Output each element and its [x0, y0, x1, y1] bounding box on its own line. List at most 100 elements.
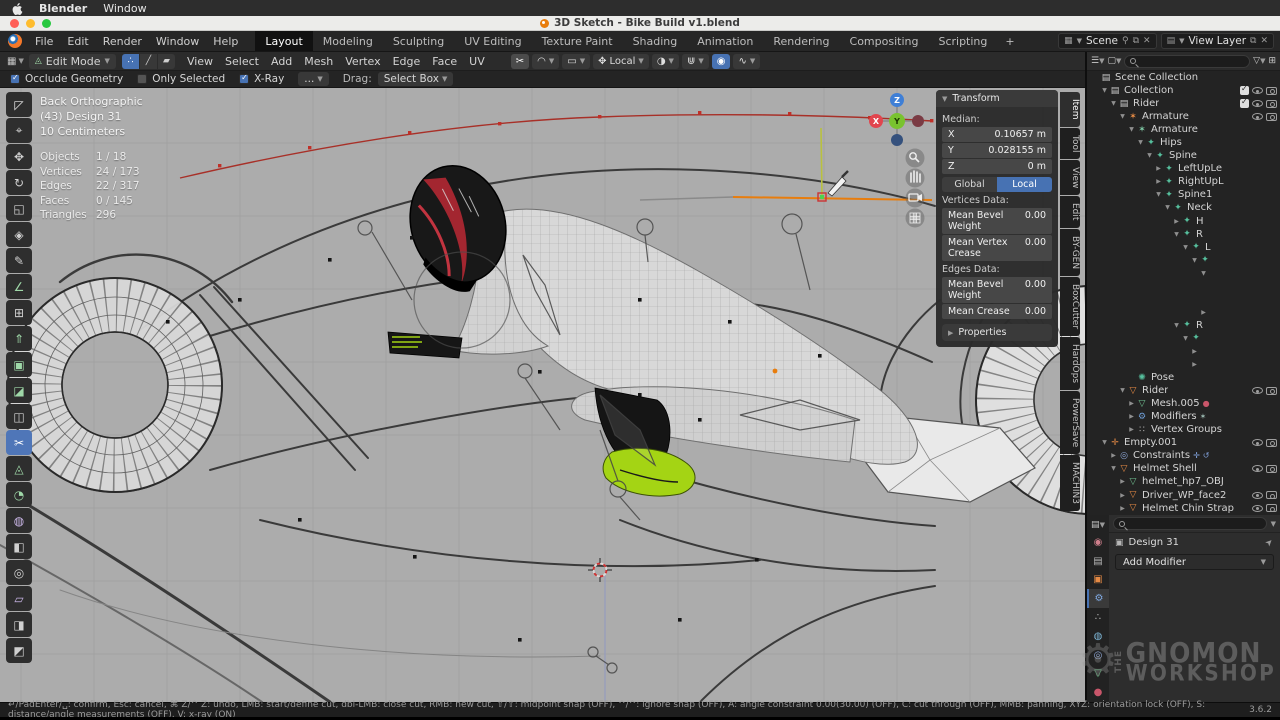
- camera-toggle[interactable]: [1266, 465, 1277, 473]
- camera-toggle[interactable]: [1266, 387, 1277, 395]
- viewport-menu-uv[interactable]: UV: [463, 53, 491, 70]
- workspace-tab-scripting[interactable]: Scripting: [928, 31, 997, 51]
- outliner-row[interactable]: ✺Pose: [1087, 371, 1280, 384]
- new-scene-icon[interactable]: ⧉: [1133, 36, 1139, 46]
- workspace-tab-sculpting[interactable]: Sculpting: [383, 31, 454, 51]
- blender-logo-icon[interactable]: [8, 34, 22, 48]
- camera-toggle[interactable]: [1266, 100, 1277, 108]
- outliner-search-input[interactable]: [1139, 56, 1244, 66]
- viewport-menu-add[interactable]: Add: [265, 53, 298, 70]
- outliner-row[interactable]: ▼✛Empty.001: [1087, 436, 1280, 449]
- edge-select-button[interactable]: ╱: [140, 54, 157, 69]
- render-properties-tab[interactable]: ◉: [1087, 533, 1109, 552]
- loop-cut-tool-button[interactable]: ◫: [6, 404, 32, 429]
- scale-tool-button[interactable]: ◱: [6, 196, 32, 221]
- outliner-row[interactable]: ▶∷Vertex Groups: [1087, 423, 1280, 436]
- expand-right-icon[interactable]: ▶: [1199, 309, 1208, 316]
- expand-right-icon[interactable]: ▶: [1118, 492, 1127, 499]
- outliner-row[interactable]: ▶▽helmet_hp7_OBJ: [1087, 475, 1280, 488]
- outliner-search[interactable]: [1124, 55, 1250, 68]
- properties-search-input[interactable]: [1128, 519, 1261, 529]
- camera-toggle[interactable]: [1266, 439, 1277, 447]
- drag-mode-dropdown[interactable]: Select Box▼: [378, 72, 454, 86]
- expand-down-icon[interactable]: ▼: [1109, 465, 1118, 472]
- rip-region-tool-button[interactable]: ◨: [6, 612, 32, 637]
- smooth-tool-button[interactable]: ◍: [6, 508, 32, 533]
- outliner-row[interactable]: ▼✦: [1087, 254, 1280, 267]
- outliner-filter-button[interactable]: ▽▼: [1253, 56, 1265, 66]
- expand-down-icon[interactable]: ▼: [1172, 231, 1181, 238]
- workspace-tab-uv-editing[interactable]: UV Editing: [454, 31, 531, 51]
- mean-bevel-weight-field[interactable]: Mean Bevel Weight0.00: [942, 277, 1052, 303]
- outliner-row[interactable]: ▶▽Driver_WP_face2: [1087, 489, 1280, 502]
- mean-vertex-crease-field[interactable]: Mean Vertex Crease0.00: [942, 235, 1052, 261]
- outliner-row[interactable]: ▶: [1087, 306, 1280, 319]
- mac-app-menu[interactable]: Blender: [39, 2, 87, 15]
- outliner-row[interactable]: ▶▽Helmet Chin Strap: [1087, 502, 1280, 515]
- camera-view-button[interactable]: [906, 189, 925, 208]
- npanel-tab-hardops[interactable]: HardOps: [1060, 337, 1080, 390]
- outliner-row[interactable]: ▼▤Collection: [1087, 84, 1280, 97]
- select-box-tool-button[interactable]: ◸: [6, 92, 32, 117]
- outliner-row[interactable]: ▼✦: [1087, 332, 1280, 345]
- outliner-row[interactable]: ▶◎Constraints✛↺: [1087, 449, 1280, 462]
- mode-dropdown[interactable]: ◬ Edit Mode ▼: [29, 54, 116, 69]
- local-button[interactable]: Local: [997, 177, 1052, 192]
- outliner-display-mode-button[interactable]: ☰▼: [1091, 56, 1104, 66]
- workspace-tab-shading[interactable]: Shading: [623, 31, 688, 51]
- expand-right-icon[interactable]: ▶: [1118, 505, 1127, 512]
- camera-toggle[interactable]: [1266, 491, 1277, 499]
- viewport-menu-select[interactable]: Select: [219, 53, 265, 70]
- topbar-menu-render[interactable]: Render: [96, 33, 149, 50]
- unpin-icon[interactable]: ⚲: [1122, 36, 1129, 46]
- apple-menu[interactable]: [12, 2, 23, 15]
- eye-toggle[interactable]: [1252, 87, 1263, 94]
- breadcrumb-object-name[interactable]: Design 31: [1129, 537, 1179, 548]
- viewport-menu-mesh[interactable]: Mesh: [298, 53, 339, 70]
- outliner-row[interactable]: ▶: [1087, 358, 1280, 371]
- workspace-tab-rendering[interactable]: Rendering: [763, 31, 839, 51]
- bevel-tool-button[interactable]: ◪: [6, 378, 32, 403]
- camera-toggle[interactable]: [1266, 504, 1277, 512]
- expand-right-icon[interactable]: ▶: [1127, 400, 1136, 407]
- topbar-menu-edit[interactable]: Edit: [60, 33, 95, 50]
- expand-right-icon[interactable]: ▶: [1109, 452, 1118, 459]
- cursor-tool-button[interactable]: ⌖: [6, 118, 32, 143]
- expand-down-icon[interactable]: ▼: [1172, 322, 1181, 329]
- npanel-tab-machin3[interactable]: MACHIN3: [1060, 455, 1080, 511]
- npanel-tab-powersave[interactable]: PowerSave: [1060, 391, 1080, 454]
- view-layer-selector[interactable]: ▤▼ View Layer ⧉ ✕: [1161, 33, 1274, 49]
- only-selected-checkbox[interactable]: Only Selected: [137, 73, 225, 85]
- expand-down-icon[interactable]: ▼: [1118, 387, 1127, 394]
- pivot-dropdown[interactable]: ◑▼: [652, 54, 679, 69]
- outliner-row[interactable]: ▼▤Rider: [1087, 97, 1280, 110]
- particles-properties-tab[interactable]: ∴: [1087, 608, 1109, 627]
- expand-down-icon[interactable]: ▼: [1109, 100, 1118, 107]
- expand-right-icon[interactable]: ▶: [1154, 178, 1163, 185]
- topbar-menu-help[interactable]: Help: [206, 33, 245, 50]
- outliner-row[interactable]: [1087, 293, 1280, 306]
- measure-tool-button[interactable]: ∠: [6, 274, 32, 299]
- transform-panel-header[interactable]: ▼ Transform: [936, 90, 1058, 107]
- expand-right-icon[interactable]: ▶: [1127, 413, 1136, 420]
- expand-down-icon[interactable]: ▼: [1181, 335, 1190, 342]
- workspace-tab-texture-paint[interactable]: Texture Paint: [532, 31, 623, 51]
- scene-selector[interactable]: ▦▼ Scene ⚲ ⧉ ✕: [1058, 33, 1157, 49]
- median-z-field[interactable]: Z0 m: [942, 159, 1052, 174]
- workspace-tab-modeling[interactable]: Modeling: [313, 31, 383, 51]
- xray-checkbox[interactable]: X-Ray: [239, 73, 284, 85]
- workspace-tab-compositing[interactable]: Compositing: [840, 31, 929, 51]
- close-window-button[interactable]: [10, 19, 19, 28]
- overlay-toggle[interactable]: ▭▼: [562, 54, 590, 69]
- zoom-button[interactable]: [906, 149, 925, 168]
- mac-window-menu[interactable]: Window: [103, 2, 146, 15]
- workspace-tab-layout[interactable]: Layout: [255, 31, 312, 51]
- outliner-row[interactable]: ▶✦RightUpL: [1087, 175, 1280, 188]
- poly-build-tool-button[interactable]: ◬: [6, 456, 32, 481]
- outliner-row[interactable]: ▼✦Neck: [1087, 201, 1280, 214]
- eye-toggle[interactable]: [1252, 492, 1263, 499]
- global-button[interactable]: Global: [942, 177, 997, 192]
- expand-down-icon[interactable]: ▼: [1100, 439, 1109, 446]
- mean-bevel-weight-field[interactable]: Mean Bevel Weight0.00: [942, 208, 1052, 234]
- expand-down-icon[interactable]: ▼: [1181, 244, 1190, 251]
